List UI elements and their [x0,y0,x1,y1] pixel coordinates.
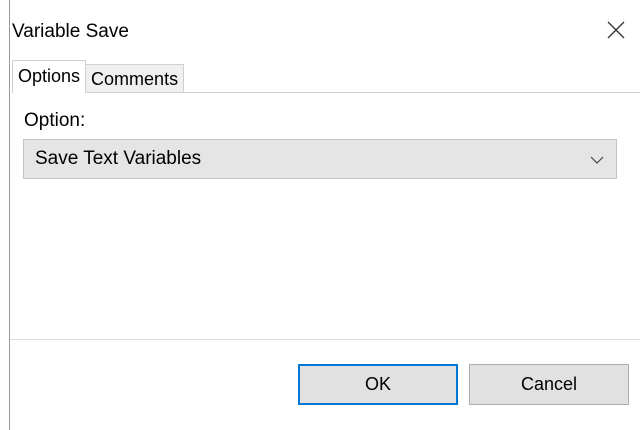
tab-divider [12,92,640,93]
ok-button[interactable]: OK [298,364,458,405]
footer-divider [10,339,640,340]
variable-save-dialog: Variable Save Options Comments Option: S… [0,0,640,430]
close-button[interactable] [600,14,632,46]
option-select[interactable]: Save Text Variables [23,139,617,179]
tab-options-label: Options [18,66,81,86]
option-select-value: Save Text Variables [35,148,202,169]
tab-comments[interactable]: Comments [86,64,185,93]
window-border [9,0,10,430]
window-title: Variable Save [12,21,129,42]
title-bar: Variable Save [10,0,640,62]
chevron-down-icon [590,156,604,164]
close-icon [607,21,625,39]
cancel-button[interactable]: Cancel [469,364,629,405]
tab-comments-label: Comments [91,69,179,89]
option-label: Option: [24,110,86,131]
tab-strip: Options Comments [12,59,185,93]
ok-button-label: OK [364,374,391,394]
tab-options[interactable]: Options [12,60,87,93]
cancel-button-label: Cancel [520,374,578,394]
